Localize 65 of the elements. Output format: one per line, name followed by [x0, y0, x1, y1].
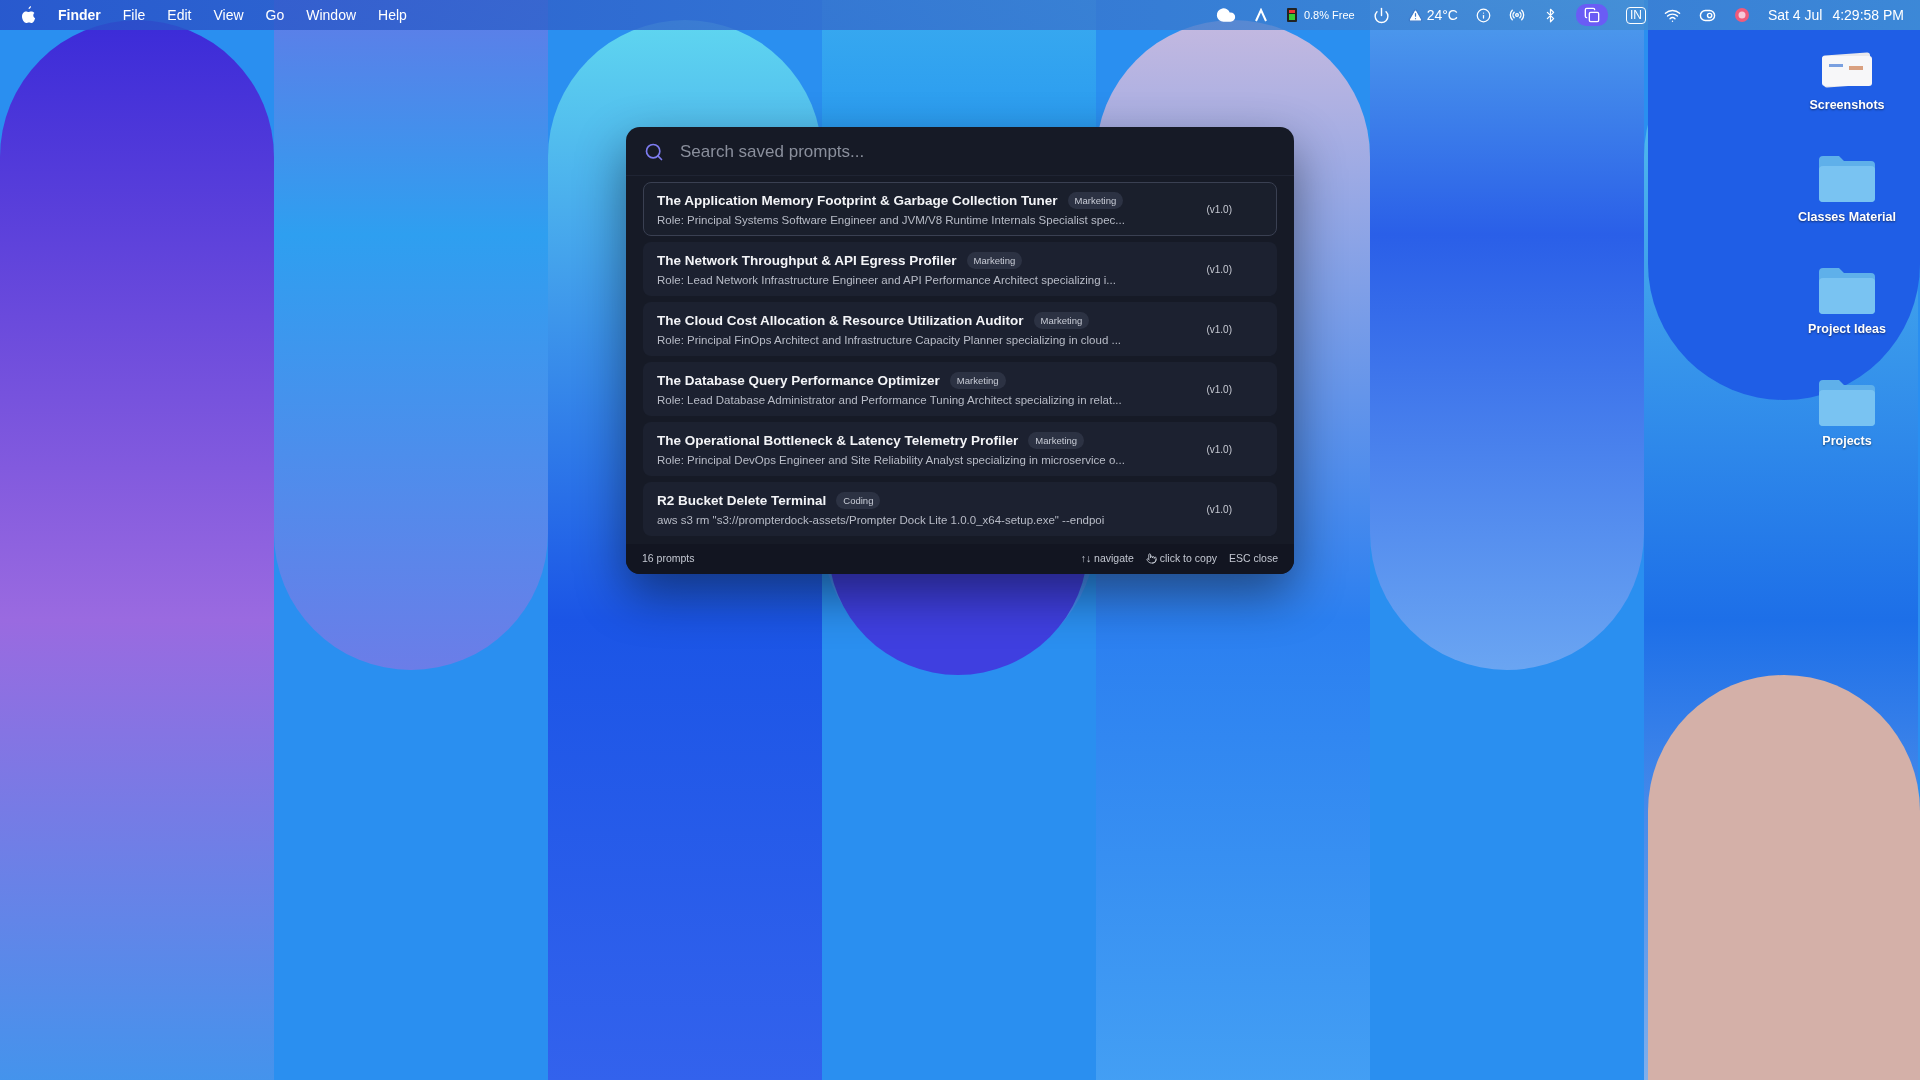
menu-item[interactable]: Window: [306, 7, 357, 23]
prompt-title: R2 Bucket Delete Terminal: [657, 493, 827, 508]
prompt-item[interactable]: The Database Query Performance Optimizer Marketing Role: Lead Database Administrator and Performance Tuning Architect specializing in relat... (v1.0): [643, 362, 1277, 416]
warning-icon[interactable]: [1407, 7, 1423, 23]
menu-item[interactable]: View: [213, 7, 244, 23]
prompt-title: The Database Query Performance Optimizer: [657, 373, 940, 388]
cloud-icon[interactable]: [1215, 5, 1236, 25]
input-source-indicator[interactable]: IN: [1625, 6, 1646, 24]
prompt-item[interactable]: The Application Memory Footprint & Garbage Collection Tuner Marketing Role: Principal Systems Software Engineer and JVM/V8 Runtime Internals Specialist spec... (v1.0): [643, 182, 1277, 236]
category-tag: Marketing: [949, 372, 1006, 389]
folder-icon: [1817, 378, 1877, 426]
search-icon: [644, 142, 664, 162]
temperature-status: 24°C: [1426, 7, 1458, 23]
prompt-description: Role: Lead Database Administrator and Performance Tuning Architect specializing in relat...: [657, 394, 1123, 406]
keyboard-hint: ↑↓ navigate: [1080, 552, 1134, 564]
keyboard-hint: ESC close: [1228, 552, 1278, 564]
prompt-description: Role: Lead Network Infrastructure Engineer and API Performance Architect specializing i...: [657, 274, 1117, 286]
prompt-title: The Operational Bottleneck & Latency Telemetry Profiler: [657, 433, 1019, 448]
version-label: (v1.0): [1206, 263, 1232, 275]
app-menu[interactable]: Finder: [58, 7, 101, 23]
category-tag: Coding: [836, 492, 881, 509]
prompt-item[interactable]: R2 Bucket Delete Terminal Coding aws s3 rm "s3://prompterdock-assets/Prompter Dock Lite 1.0.0_x64-setup.exe" --endpoi (v1.0): [643, 482, 1277, 536]
prompt-title: The Network Throughput & API Egress Profiler: [657, 253, 957, 268]
version-label: (v1.0): [1206, 323, 1232, 335]
version-label: (v1.0): [1206, 203, 1232, 215]
power-icon[interactable]: [1372, 6, 1390, 24]
menu-item[interactable]: File: [122, 7, 146, 23]
apple-logo-icon[interactable]: [20, 6, 36, 24]
version-label: (v1.0): [1206, 383, 1232, 395]
prompt-description: Role: Principal DevOps Engineer and Site Reliability Analyst specializing in microservice o...: [657, 454, 1126, 466]
colorful-circle-icon[interactable]: [1733, 7, 1750, 23]
keyboard-hint: click to copy: [1159, 552, 1217, 564]
prompt-description: aws s3 rm "s3://prompterdock-assets/Prompter Dock Lite 1.0.0_x64-setup.exe" --endpoi: [657, 514, 1106, 526]
menu-item[interactable]: Help: [378, 7, 407, 23]
info-icon[interactable]: [1475, 7, 1491, 23]
desktop-icon-label[interactable]: Screenshots: [1809, 98, 1885, 112]
prompt-item[interactable]: The Operational Bottleneck & Latency Telemetry Profiler Marketing Role: Principal DevOps Engineer and Site Reliability Analyst specializing in microservice o... (v1.0): [643, 422, 1277, 476]
date-text[interactable]: Sat 4 Jul: [1767, 7, 1823, 23]
desktop-icon-label[interactable]: Classes Material: [1798, 210, 1896, 224]
desktop-icon-label[interactable]: Projects: [1822, 434, 1872, 448]
prompt-description: Role: Principal FinOps Architect and Infrastructure Capacity Planner specializing in cloud ...: [657, 334, 1123, 346]
prompt-item[interactable]: The Cloud Cost Allocation & Resource Utilization Auditor Marketing Role: Principal FinOps Architect and Infrastructure Capacity Planner specializing in cloud ... (v1.0): [643, 302, 1277, 356]
pointer-icon: [1145, 552, 1157, 564]
category-tag: Marketing: [1033, 312, 1090, 329]
menu-item[interactable]: Go: [265, 7, 285, 23]
category-tag: Marketing: [966, 252, 1023, 269]
memory-status: 0.8% Free: [1303, 9, 1355, 21]
prompt-item[interactable]: The Network Throughput & API Egress Profiler Marketing Role: Lead Network Infrastructure Engineer and API Performance Architect specializing i... (v1.0): [643, 242, 1277, 296]
memory-chip-icon[interactable]: [1285, 7, 1298, 23]
search-field[interactable]: Search saved prompts...: [678, 141, 1276, 163]
menu-item[interactable]: Edit: [167, 7, 192, 23]
version-label: (v1.0): [1206, 443, 1232, 455]
prompt-title: The Application Memory Footprint & Garbage Collection Tuner: [657, 193, 1058, 208]
screen-mirroring-button[interactable]: [1575, 4, 1608, 26]
prompt-title: The Cloud Cost Allocation & Resource Utilization Auditor: [657, 313, 1024, 328]
airdrop-icon[interactable]: [1508, 7, 1525, 23]
overlapping-windows-icon: [1583, 7, 1600, 23]
desktop-icon-label[interactable]: Project Ideas: [1808, 322, 1886, 336]
prompt-count: 16 prompts: [642, 552, 695, 564]
category-tag: Marketing: [1067, 192, 1124, 209]
clock-text[interactable]: 4:29:58 PM: [1832, 7, 1904, 23]
version-label: (v1.0): [1206, 503, 1232, 515]
category-tag: Marketing: [1028, 432, 1085, 449]
prompt-description: Role: Principal Systems Software Engineer and JVM/V8 Runtime Internals Specialist spec...: [657, 214, 1126, 226]
caret-icon[interactable]: [1253, 8, 1268, 22]
